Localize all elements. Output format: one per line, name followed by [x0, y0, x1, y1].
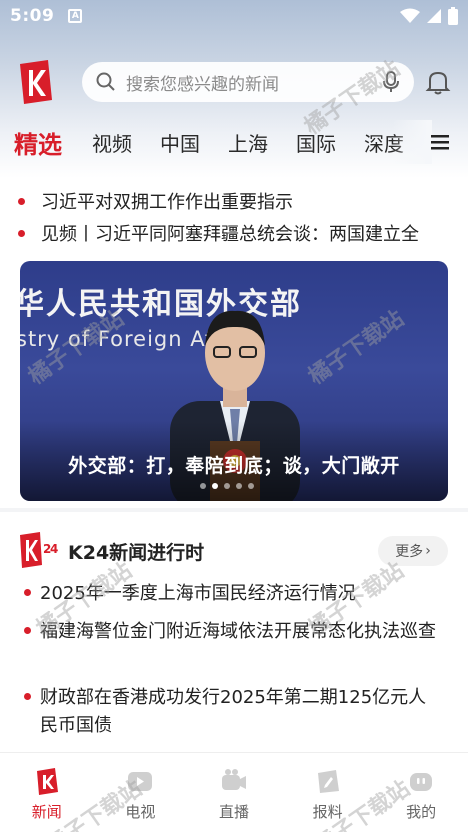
tab-shanghai[interactable]: 上海	[228, 128, 268, 157]
app-logo-icon[interactable]	[18, 60, 54, 104]
section-title: K24新闻进行时	[68, 542, 205, 564]
tabs-fade	[392, 120, 432, 164]
svg-text:4: 4	[50, 542, 58, 556]
k24-news-text: 2025年一季度上海市国民经济运行情况	[40, 583, 356, 604]
pager-dot[interactable]	[200, 483, 206, 489]
nav-label: 新闻	[31, 803, 62, 821]
report-icon	[317, 770, 339, 793]
nav-label: 我的	[406, 803, 437, 821]
bottom-navigation: 新闻 电视 直播 报料 我的	[0, 752, 468, 832]
bullet-dot	[18, 197, 25, 205]
bullet-dot	[18, 229, 25, 237]
carousel-pager	[200, 483, 254, 489]
k24-logo: 2 4	[18, 532, 62, 568]
headline-text: 习近平对双拥工作作出重要指示	[41, 192, 293, 213]
k24-news-text: 福建海警位金门附近海域依法开展常态化执法巡查	[40, 621, 436, 642]
nav-tv[interactable]: 电视	[94, 753, 188, 832]
microphone-icon[interactable]	[382, 71, 400, 93]
notification-icon: A	[68, 9, 83, 23]
nav-live[interactable]: 直播	[187, 753, 281, 832]
nav-label: 电视	[125, 803, 156, 821]
k24-news-text: 财政部在香港成功发行2025年第二期125亿元人民币国债	[40, 687, 427, 736]
chevron-right-icon: ›	[425, 543, 431, 559]
app-header: 搜索您感兴趣的新闻	[0, 56, 468, 108]
news-banner-carousel[interactable]: 华人民共和国外交部 stry of Foreign Affairs 外交部：打，…	[20, 261, 448, 501]
profile-icon	[410, 773, 433, 791]
news-icon	[36, 768, 58, 795]
status-bar: 5:09 A	[0, 0, 468, 32]
k24-news-section: 2 4 K24新闻进行时 更多 › 2025年一季度上海市国民经济运行情况 福建…	[0, 512, 468, 752]
headline-item[interactable]: 习近平对双拥工作作出重要指示	[18, 186, 458, 216]
nav-label: 直播	[218, 803, 249, 821]
k24-news-item[interactable]: 福建海警位金门附近海域依法开展常态化执法巡查	[24, 618, 444, 646]
k24-news-item[interactable]: 财政部在香港成功发行2025年第二期125亿元人民币国债	[24, 684, 444, 740]
nav-label: 报料	[312, 803, 343, 821]
search-bar[interactable]: 搜索您感兴趣的新闻	[82, 62, 414, 102]
status-time: 5:09	[10, 6, 55, 26]
headline-text: 见频丨习近平同阿塞拜疆总统会谈：两国建立全	[41, 224, 419, 245]
k24-news-item[interactable]: 2025年一季度上海市国民经济运行情况	[24, 580, 444, 608]
wifi-icon	[400, 8, 420, 23]
tab-international[interactable]: 国际	[296, 128, 336, 157]
pager-dot[interactable]	[236, 483, 242, 489]
more-button[interactable]: 更多 ›	[378, 536, 448, 566]
banner-caption: 外交部：打，奉陪到底；谈，大门敞开	[68, 455, 400, 477]
pager-dot[interactable]	[248, 483, 254, 489]
tv-icon	[128, 772, 153, 791]
featured-content: 习近平对双拥工作作出重要指示 见频丨习近平同阿塞拜疆总统会谈：两国建立全 华人民…	[0, 178, 468, 508]
tab-featured[interactable]: 精选	[14, 125, 62, 160]
status-indicators	[400, 7, 458, 25]
bullet-dot	[24, 693, 31, 700]
bullet-dot	[24, 589, 31, 596]
headline-item[interactable]: 见频丨习近平同阿塞拜疆总统会谈：两国建立全	[18, 218, 458, 248]
search-input[interactable]: 搜索您感兴趣的新闻	[126, 70, 279, 95]
nav-profile[interactable]: 我的	[374, 753, 468, 832]
bell-icon[interactable]	[424, 68, 452, 96]
nav-news[interactable]: 新闻	[0, 753, 94, 832]
category-tabs: 精选 视频 中国 上海 国际 深度	[0, 120, 468, 164]
menu-icon[interactable]	[430, 132, 450, 152]
k24-logo-icon: 2 4	[20, 532, 58, 568]
tab-china[interactable]: 中国	[160, 128, 200, 157]
tab-video[interactable]: 视频	[92, 128, 132, 157]
signal-icon	[427, 9, 441, 23]
pager-dot-active[interactable]	[212, 483, 218, 489]
more-label: 更多	[395, 544, 424, 560]
live-camera-icon	[221, 769, 246, 790]
pager-dot[interactable]	[224, 483, 230, 489]
battery-icon	[448, 7, 458, 25]
nav-report[interactable]: 报料	[281, 753, 375, 832]
bullet-dot	[24, 627, 31, 634]
search-icon	[96, 72, 115, 91]
